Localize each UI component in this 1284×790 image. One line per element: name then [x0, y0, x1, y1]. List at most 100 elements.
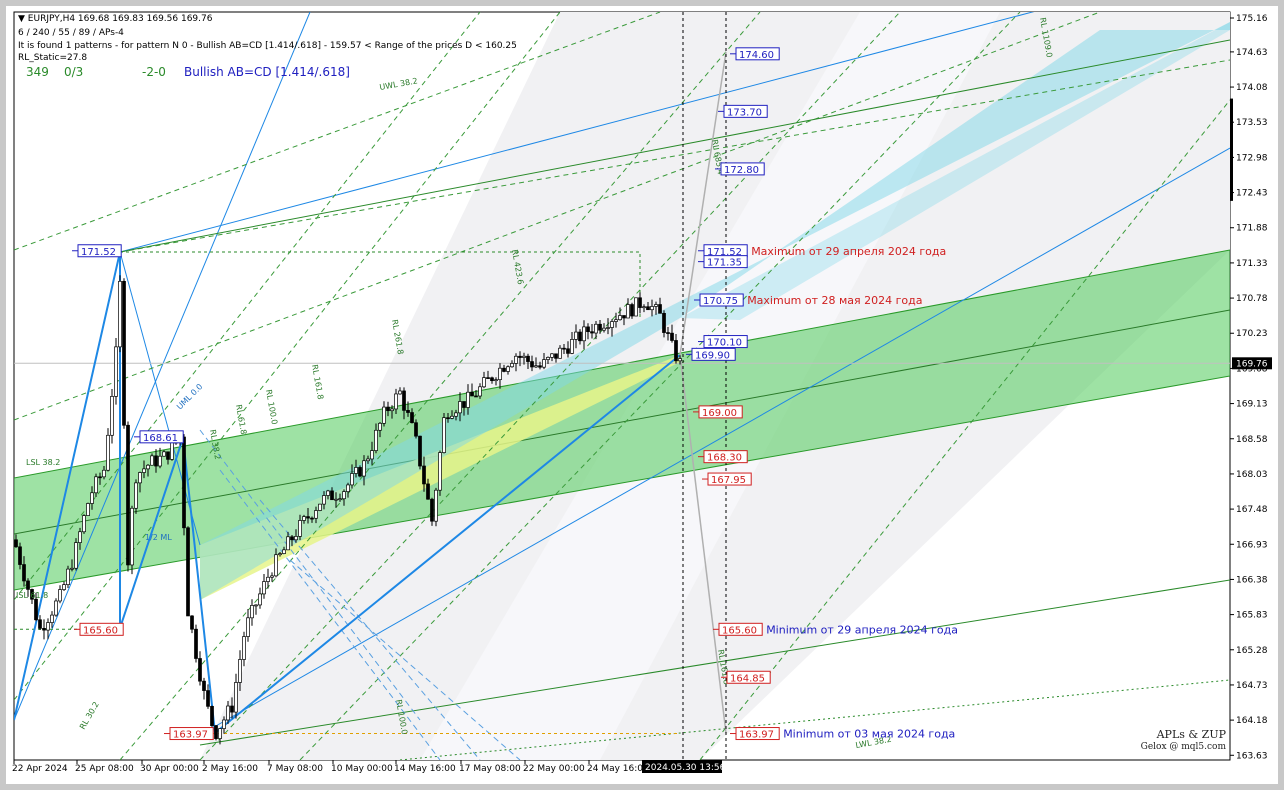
- candle-body: [514, 355, 518, 364]
- candle-body: [502, 367, 506, 372]
- candle-body: [434, 489, 438, 522]
- candle-body: [482, 377, 486, 388]
- params-line: 6 / 240 / 55 / 89 / APs-4: [18, 28, 124, 38]
- current-price-label: 169.76: [1236, 359, 1268, 369]
- candle-body: [530, 361, 534, 368]
- candle-body: [246, 617, 250, 637]
- y-tick-label: 164.18: [1236, 716, 1268, 726]
- time-axis: 22 Apr 2024 25 Apr 08:00 30 Apr 00:00 2 May…: [12, 760, 726, 774]
- x-tick-label: 30 Apr 00:00: [140, 764, 199, 774]
- price-box-red-label: 163.97: [739, 730, 774, 741]
- candle-body: [210, 705, 214, 726]
- candle-body: [250, 605, 254, 619]
- price-box-blue-label: 170.10: [707, 338, 742, 349]
- candle-body: [130, 507, 134, 566]
- candle-body: [386, 406, 390, 412]
- y-tick-label: 174.63: [1236, 48, 1268, 58]
- price-box-blue-label: 174.60: [739, 50, 774, 61]
- candle-body: [286, 536, 290, 551]
- candle-body: [314, 510, 318, 519]
- candle-body: [414, 422, 418, 437]
- price-box-red-note: Minimum от 03 мая 2024 года: [783, 728, 955, 741]
- candle-body: [618, 315, 622, 321]
- candle-body: [610, 321, 614, 328]
- candle-body: [450, 415, 454, 419]
- candle-body: [62, 584, 66, 590]
- candle-body: [570, 339, 574, 354]
- pattern-line: It is found 1 patterns - for pattern N 0…: [18, 41, 517, 51]
- candle-body: [198, 658, 202, 682]
- candle-body: [538, 365, 542, 368]
- line-label: LSL 38.2: [26, 458, 60, 467]
- candle-body: [122, 280, 126, 426]
- price-box-red-label: 167.95: [711, 475, 746, 486]
- candle-body: [282, 549, 286, 554]
- candle-body: [670, 332, 674, 341]
- candle-body: [350, 473, 354, 486]
- candle-body: [50, 614, 54, 623]
- price-box-blue-note: Maximum от 28 мая 2024 года: [747, 294, 922, 307]
- y-tick-label: 168.58: [1236, 435, 1268, 445]
- y-tick-label: 172.43: [1236, 189, 1268, 199]
- y-tick-label: 164.73: [1236, 681, 1268, 691]
- candle-body: [202, 680, 206, 691]
- candle-body: [370, 450, 374, 460]
- candle-body: [126, 424, 130, 566]
- price-box-blue-label: 171.35: [707, 258, 742, 269]
- candle-body: [106, 434, 110, 471]
- candle-body: [142, 468, 146, 473]
- price-box-blue-label: 168.61: [143, 433, 178, 444]
- candle-body: [378, 422, 382, 431]
- candle-body: [594, 323, 598, 334]
- candle-body: [574, 331, 578, 340]
- cursor-time-label: 2024.05.30 13:56: [645, 763, 726, 773]
- counter-text: 349: [26, 65, 49, 79]
- candle-body: [478, 386, 482, 397]
- candle-body: [494, 379, 498, 382]
- candle-body: [650, 306, 654, 311]
- candle-body: [238, 659, 242, 683]
- candle-body: [158, 455, 162, 467]
- candle-body: [278, 553, 282, 556]
- candle-body: [182, 436, 186, 529]
- collapse-triangle-icon[interactable]: ▼: [18, 14, 28, 24]
- candle-body: [42, 627, 46, 631]
- candle-body: [522, 355, 526, 358]
- y-tick-label: 170.23: [1236, 329, 1268, 339]
- candle-body: [562, 347, 566, 350]
- y-tick-label: 163.63: [1236, 751, 1268, 761]
- candle-body: [342, 491, 346, 500]
- candle-body: [362, 460, 366, 477]
- candle-body: [226, 705, 230, 721]
- candle-body: [214, 725, 218, 739]
- y-tick-label: 165.28: [1236, 646, 1268, 656]
- price-axis: 175.16 174.63 174.08 173.53 172.98 172.43 171.…: [1230, 14, 1272, 761]
- candle-body: [322, 495, 326, 505]
- candle-body: [454, 412, 458, 417]
- candle-body: [358, 467, 362, 477]
- x-tick-label: 14 May 16:00: [394, 764, 456, 774]
- candle-body: [438, 452, 442, 491]
- candle-body: [194, 628, 198, 659]
- candle-body: [258, 593, 262, 606]
- candle-body: [590, 331, 594, 334]
- candle-body: [318, 503, 322, 511]
- price-box-blue-label: 170.75: [703, 296, 738, 307]
- candle-body: [366, 458, 370, 462]
- candle-body: [234, 682, 238, 713]
- price-box-red-label: 165.60: [722, 625, 757, 636]
- static-line: RL_Static=27.8: [18, 53, 88, 63]
- candle-body: [270, 575, 274, 578]
- y-tick-label: 172.98: [1236, 153, 1268, 163]
- candle-body: [566, 348, 570, 354]
- candle-body: [534, 365, 538, 368]
- candle-body: [442, 417, 446, 453]
- candle-body: [550, 353, 554, 358]
- candle-body: [470, 391, 474, 397]
- candle-body: [426, 483, 430, 500]
- candle-body: [34, 598, 38, 621]
- candle-body: [462, 401, 466, 408]
- candle-body: [146, 464, 150, 470]
- candle-body: [606, 327, 610, 329]
- price-chart[interactable]: UWL 38.2RL 423.6RL 261.8RL 161.8RL 100.0…: [0, 0, 1284, 790]
